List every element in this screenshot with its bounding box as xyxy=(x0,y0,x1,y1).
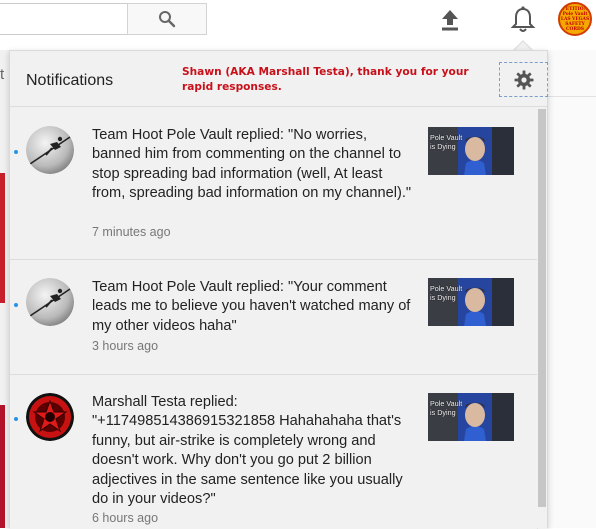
pole-vaulter-avatar-icon xyxy=(26,126,74,174)
search-button[interactable] xyxy=(127,3,207,35)
pole-vaulter-avatar-icon xyxy=(26,278,74,326)
video-thumbnail[interactable]: Pole Vault is Dying xyxy=(428,127,514,175)
bell-icon[interactable] xyxy=(510,6,536,34)
panel-title: Notifications xyxy=(26,72,114,89)
video-thumbnail[interactable]: Pole Vault is Dying xyxy=(428,278,514,326)
account-avatar[interactable]: PETITION Pole Vault LAS VEGAS SAFETY COR… xyxy=(558,2,592,36)
notification-time: 6 hours ago xyxy=(92,511,159,525)
notification-text: Team Hoot Pole Vault replied: "No worrie… xyxy=(92,127,412,202)
notifications-panel: Notifications Shawn (AKA Marshall Testa)… xyxy=(9,50,548,529)
search-icon xyxy=(159,11,176,28)
notification-item[interactable]: Team Hoot Pole Vault replied: "Your comm… xyxy=(10,260,537,375)
background-partial-text: t xyxy=(0,66,5,83)
notification-text: Team Hoot Pole Vault replied: "Your comm… xyxy=(92,279,411,334)
video-thumbnail[interactable]: Pole Vault is Dying xyxy=(428,393,514,441)
unread-indicator xyxy=(14,150,18,154)
thumbnail-label: Pole Vault is Dying xyxy=(430,399,463,417)
avatar[interactable] xyxy=(26,126,74,174)
red-star-avatar-icon xyxy=(26,393,74,441)
upload-icon[interactable] xyxy=(438,8,462,32)
notification-item[interactable]: Marshall Testa replied: "+11749851438691… xyxy=(10,375,537,529)
avatar[interactable] xyxy=(26,393,74,441)
background-thumbnail-strip xyxy=(0,405,5,528)
notification-item[interactable]: Team Hoot Pole Vault replied: "No worrie… xyxy=(10,107,537,260)
settings-button[interactable] xyxy=(499,62,548,97)
thumbnail-label: Pole Vault is Dying xyxy=(430,284,463,302)
scrollbar-thumb[interactable] xyxy=(538,109,546,507)
unread-indicator xyxy=(14,303,18,307)
background-thumbnail-strip xyxy=(0,173,5,303)
panel-header: Notifications Shawn (AKA Marshall Testa)… xyxy=(10,51,548,107)
background-page-right xyxy=(548,50,596,528)
notification-text: Marshall Testa replied: "+11749851438691… xyxy=(92,394,403,508)
gear-icon xyxy=(514,70,533,89)
top-bar: PETITION Pole Vault LAS VEGAS SAFETY COR… xyxy=(0,0,596,52)
annotation-text: Shawn (AKA Marshall Testa), thank you fo… xyxy=(182,66,469,93)
avatar[interactable] xyxy=(26,278,74,326)
unread-indicator xyxy=(14,417,18,421)
notification-time: 3 hours ago xyxy=(92,339,159,353)
search-input[interactable] xyxy=(0,3,128,35)
thumbnail-label: Pole Vault is Dying xyxy=(430,133,463,151)
notification-time: 7 minutes ago xyxy=(92,225,171,239)
background-divider xyxy=(548,96,596,97)
avatar-text-line: CORDS xyxy=(566,26,584,32)
